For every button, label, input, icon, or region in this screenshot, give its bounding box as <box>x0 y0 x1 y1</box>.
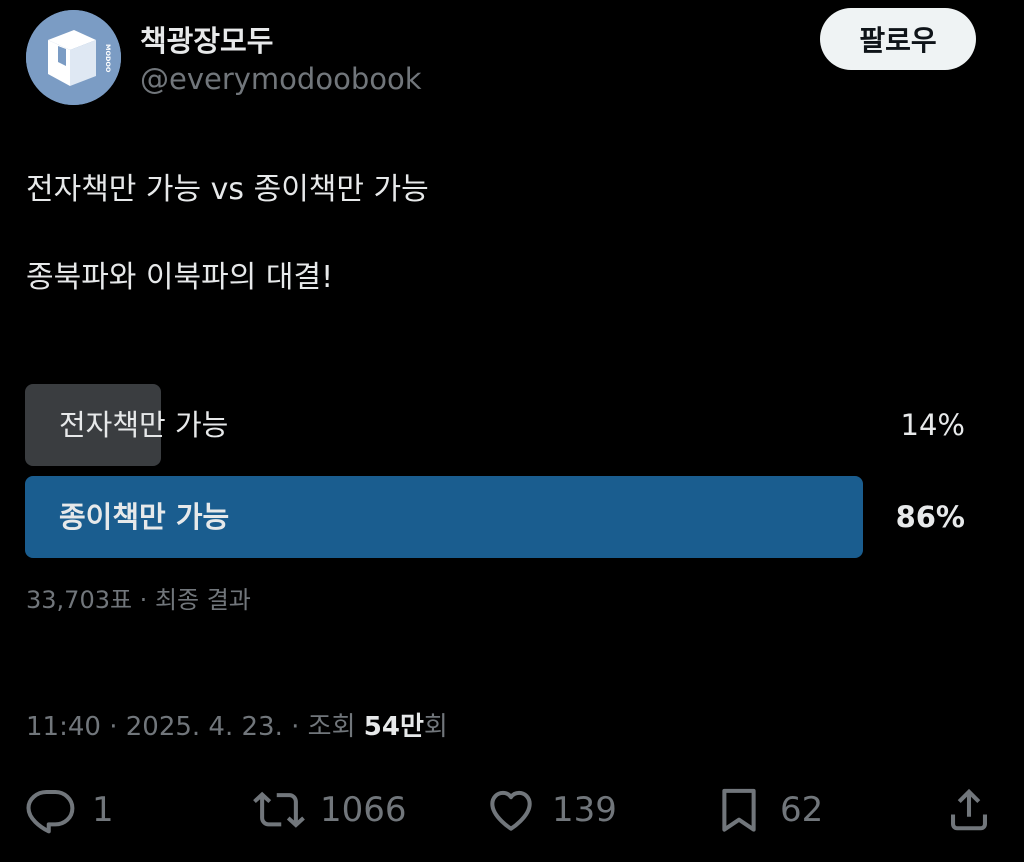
poll-option-percent: 86% <box>895 500 965 534</box>
reply-icon <box>26 789 75 834</box>
meta-separator: · <box>100 712 126 742</box>
user-handle[interactable]: @everymodoobook <box>140 62 422 96</box>
follow-button[interactable]: 팔로우 <box>820 8 976 70</box>
like-count: 139 <box>552 790 617 830</box>
views-prefix: 조회 <box>307 712 364 742</box>
tweet-date[interactable]: 2025. 4. 23. <box>126 712 283 742</box>
reply-button[interactable]: 1 <box>24 775 114 845</box>
book-cube-logo-icon: MODOO <box>26 10 121 105</box>
poll-option-label: 전자책만 가능 <box>59 408 229 442</box>
heart-icon <box>490 790 532 831</box>
poll-summary: 33,703표 · 최종 결과 <box>26 586 251 614</box>
avatar[interactable]: MODOO <box>26 10 121 105</box>
poll-option: 전자책만 가능 14% <box>25 384 975 466</box>
poll-option: 종이책만 가능 86% <box>25 476 975 558</box>
tweet-meta: 11:40 · 2025. 4. 23. · 조회 54만회 <box>26 706 448 743</box>
views-count[interactable]: 54만 <box>364 712 424 742</box>
retweet-button[interactable]: 1066 <box>252 775 407 845</box>
poll-option-percent: 14% <box>900 408 965 442</box>
tweet-text: 전자책만 가능 vs 종이책만 가능 종북파와 이북파의 대결! <box>26 172 429 295</box>
retweet-icon <box>253 791 305 828</box>
display-name[interactable]: 책광장모두 <box>140 18 273 60</box>
poll-option-label: 종이책만 가능 <box>59 500 230 534</box>
like-button[interactable]: 139 <box>484 775 617 845</box>
share-button[interactable] <box>942 775 996 845</box>
bookmark-button[interactable]: 62 <box>712 775 823 845</box>
meta-separator: · <box>282 712 308 742</box>
action-bar: 1 1066 139 62 <box>0 775 1024 845</box>
views-suffix: 회 <box>423 712 448 742</box>
share-icon <box>951 788 987 831</box>
reply-count: 1 <box>92 790 114 830</box>
tweet-time[interactable]: 11:40 <box>26 712 101 742</box>
bookmark-count: 62 <box>780 790 824 830</box>
bookmark-icon <box>722 788 756 832</box>
retweet-count: 1066 <box>320 790 407 830</box>
avatar-logo-text: MODOO <box>104 44 112 73</box>
